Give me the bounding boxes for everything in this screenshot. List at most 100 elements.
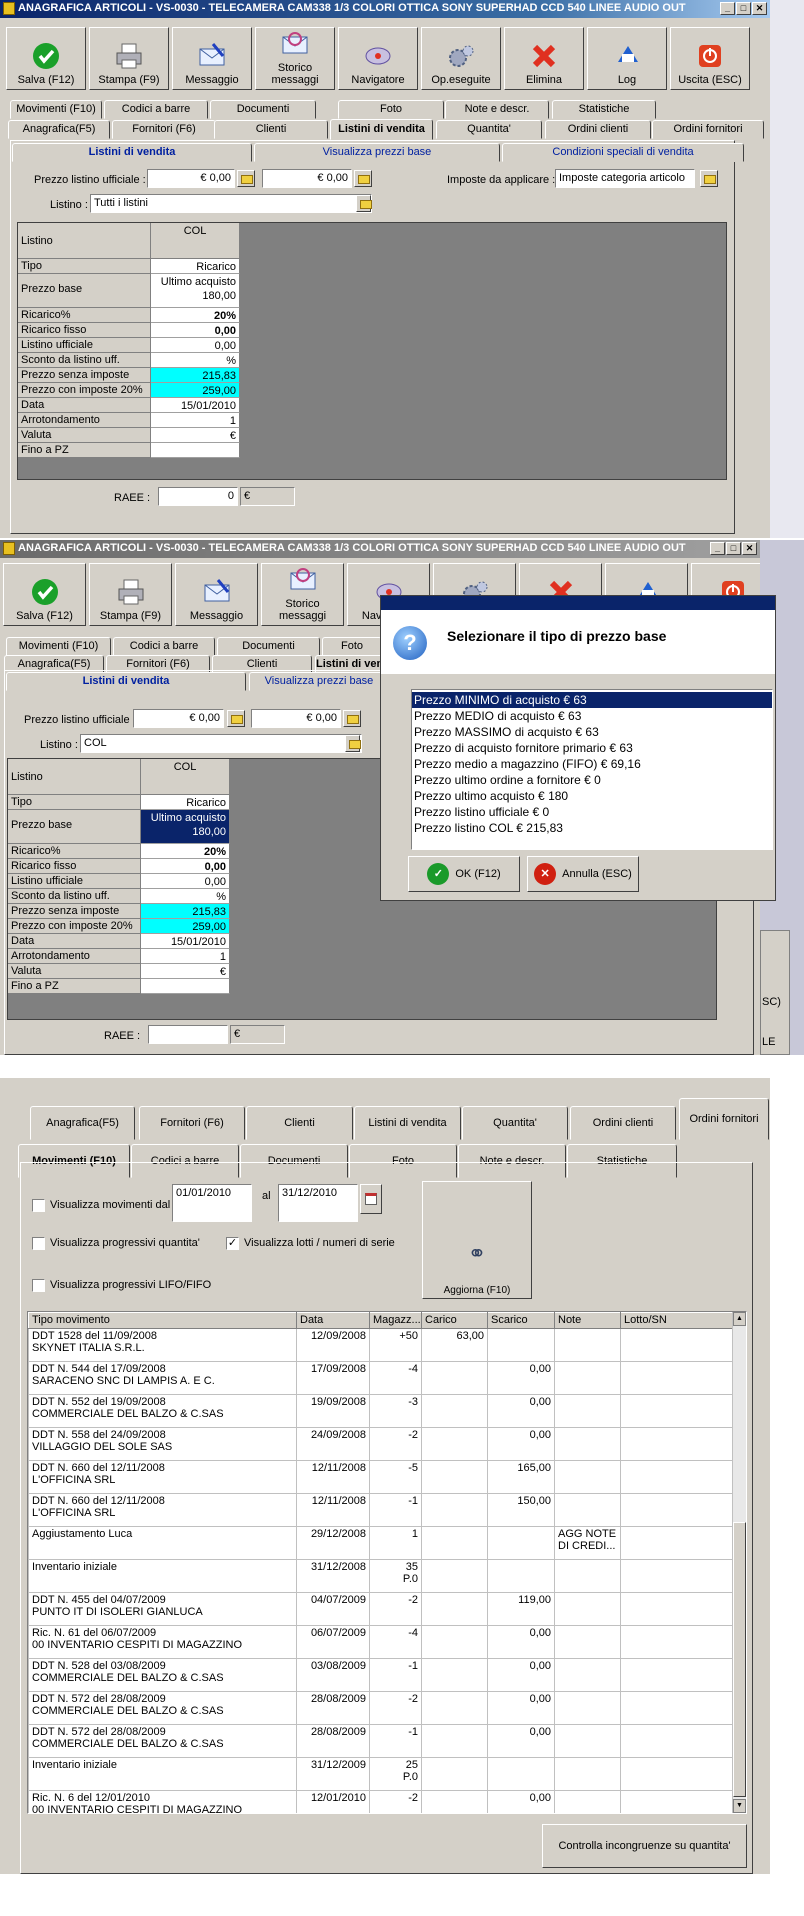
chevron-down-icon[interactable]: ▼: [345, 735, 361, 752]
prezzo-listino-field-2[interactable]: € 0,00: [251, 709, 341, 728]
stampa-f9-button[interactable]: Stampa (F9): [89, 563, 172, 626]
controlla-button[interactable]: Controlla incongruenze su quantita': [542, 1824, 747, 1868]
tab-anagrafica-f5[interactable]: Anagrafica(F5): [30, 1106, 135, 1140]
calendar-button[interactable]: [360, 1184, 382, 1214]
column-header[interactable]: Scarico: [487, 1312, 555, 1329]
grid-row-value[interactable]: Ricarico: [141, 795, 230, 810]
imposte-field[interactable]: Imposte categoria articolo: [555, 169, 695, 188]
table-row[interactable]: DDT N. 572 del 28/08/2009 COMMERCIALE DE…: [28, 1724, 737, 1758]
prezzo-listino-field-2[interactable]: € 0,00: [262, 169, 352, 188]
tab-visualizza-prezzi-base[interactable]: Visualizza prezzi base: [249, 672, 389, 691]
grid-row-value[interactable]: %: [151, 353, 240, 368]
prezzo-base-option[interactable]: Prezzo listino ufficiale € 0: [412, 804, 772, 820]
prezzo-base-option[interactable]: Prezzo MINIMO di acquisto € 63: [412, 692, 772, 708]
tab-note-e-descr[interactable]: Note e descr.: [445, 100, 549, 119]
grid-row-value[interactable]: 215,83: [151, 368, 240, 383]
grid-row-value[interactable]: Ricarico: [151, 259, 240, 274]
scroll-down-icon[interactable]: ▼: [733, 1799, 746, 1813]
tab-clienti[interactable]: Clienti: [246, 1106, 353, 1140]
folder-icon[interactable]: [227, 710, 245, 727]
grid-row-value[interactable]: €: [141, 964, 230, 979]
table-row[interactable]: Ric. N. 61 del 06/07/2009 00 INVENTARIO …: [28, 1625, 737, 1659]
prezzo-base-option[interactable]: Prezzo di acquisto fornitore primario € …: [412, 740, 772, 756]
raee-field[interactable]: 0: [158, 487, 238, 506]
date-from-field[interactable]: 01/01/2010: [172, 1184, 252, 1222]
grid-row-value[interactable]: 20%: [141, 844, 230, 859]
close-button[interactable]: ✕: [752, 2, 767, 15]
prezzo-listino-field-1[interactable]: € 0,00: [133, 709, 224, 728]
op-eseguite-button[interactable]: Op.eseguite: [421, 27, 501, 90]
table-row[interactable]: DDT N. 544 del 17/09/2008 SARACENO SNC D…: [28, 1361, 737, 1395]
date-to-field[interactable]: 31/12/2010: [278, 1184, 358, 1222]
tab-listini-di-vendita[interactable]: Listini di vendita: [354, 1106, 461, 1140]
tab-fornitori-f6[interactable]: Fornitori (F6): [112, 120, 216, 139]
messaggio-button[interactable]: Messaggio: [175, 563, 258, 626]
grid-row-value[interactable]: 1: [151, 413, 240, 428]
navigatore-button[interactable]: Navigatore: [338, 27, 418, 90]
grid-row-value[interactable]: 15/01/2010: [141, 934, 230, 949]
elimina-button[interactable]: Elimina: [504, 27, 584, 90]
maximize-button[interactable]: □: [736, 2, 751, 15]
prezzo-base-list[interactable]: Prezzo MINIMO di acquisto € 63 Prezzo MED…: [411, 689, 773, 850]
progressivi-checkbox[interactable]: [32, 1237, 45, 1250]
table-row[interactable]: DDT N. 455 del 04/07/2009 PUNTO IT DI IS…: [28, 1592, 737, 1626]
storico-messaggi-button[interactable]: Storico messaggi: [261, 563, 344, 626]
uscita-esc-button[interactable]: Uscita (ESC): [670, 27, 750, 90]
lotti-checkbox[interactable]: ✓: [226, 1237, 239, 1250]
column-header[interactable]: Magazz...: [369, 1312, 422, 1329]
table-row[interactable]: Aggiustamento Luca 29/12/2008 1 AGG NOTE DI…: [28, 1526, 737, 1560]
maximize-button[interactable]: □: [726, 542, 741, 555]
tab-ordini-fornitori[interactable]: Ordini fornitori: [652, 120, 764, 139]
grid-row-value[interactable]: 259,00: [151, 383, 240, 398]
tab-documenti[interactable]: Documenti: [217, 637, 320, 656]
tab-anagrafica-f5[interactable]: Anagrafica(F5): [8, 120, 110, 139]
grid-row-value[interactable]: €: [151, 428, 240, 443]
tab-ordini-fornitori[interactable]: Ordini fornitori: [679, 1098, 769, 1140]
tab-listini-di-vendita[interactable]: Listini di vendita: [6, 672, 246, 691]
grid-row-value[interactable]: [141, 979, 230, 994]
annulla-button[interactable]: ✕ Annulla (ESC): [527, 856, 639, 892]
table-row[interactable]: DDT 1528 del 11/09/2008 SKYNET ITALIA S.…: [28, 1328, 737, 1362]
grid-row-value[interactable]: 0,00: [151, 323, 240, 338]
tab-documenti[interactable]: Documenti: [210, 100, 316, 119]
movimenti-checkbox[interactable]: [32, 1199, 45, 1212]
minimize-button[interactable]: _: [710, 542, 725, 555]
tab-ordini-clienti[interactable]: Ordini clienti: [545, 120, 651, 139]
chevron-down-icon[interactable]: ▼: [356, 195, 372, 212]
tab-statistiche[interactable]: Statistiche: [552, 100, 656, 119]
grid-row-value[interactable]: 20%: [151, 308, 240, 323]
prezzo-listino-field-1[interactable]: € 0,00: [147, 169, 235, 188]
ok-button[interactable]: ✓ OK (F12): [408, 856, 520, 892]
aggiorna-button[interactable]: ⚭ Aggiorna (F10): [422, 1181, 532, 1299]
salva-f12-button[interactable]: Salva (F12): [6, 27, 86, 90]
tab-movimenti-f10[interactable]: Movimenti (F10): [6, 637, 111, 656]
grid-row-value[interactable]: 15/01/2010: [151, 398, 240, 413]
column-header[interactable]: Tipo movimento: [28, 1312, 297, 1329]
column-header[interactable]: Note: [554, 1312, 621, 1329]
folder-icon[interactable]: [237, 170, 255, 187]
prezzo-base-option[interactable]: Prezzo medio a magazzino (FIFO) € 69,16: [412, 756, 772, 772]
column-header[interactable]: Data: [296, 1312, 370, 1329]
grid-row-value[interactable]: %: [141, 889, 230, 904]
column-header[interactable]: Lotto/SN: [620, 1312, 737, 1329]
table-row[interactable]: DDT N. 552 del 19/09/2008 COMMERCIALE DE…: [28, 1394, 737, 1428]
table-row[interactable]: Inventario iniziale 31/12/2008 35 P.0: [28, 1559, 737, 1593]
grid-row-value[interactable]: [151, 443, 240, 458]
listino-select[interactable]: COL: [80, 734, 362, 753]
tab-ordini-clienti[interactable]: Ordini clienti: [570, 1106, 676, 1140]
tab-condizioni-speciali-di-vendita[interactable]: Condizioni speciali di vendita: [502, 143, 744, 162]
tab-quantita[interactable]: Quantita': [462, 1106, 568, 1140]
scroll-thumb[interactable]: [733, 1522, 746, 1797]
table-row[interactable]: Inventario iniziale 31/12/2009 25 P.0: [28, 1757, 737, 1791]
scroll-up-icon[interactable]: ▲: [733, 1312, 746, 1326]
tab-listini-di-vendita[interactable]: Listini di vendita: [330, 119, 433, 140]
prezzo-base-option[interactable]: Prezzo ultimo ordine a fornitore € 0: [412, 772, 772, 788]
column-header[interactable]: Carico: [421, 1312, 488, 1329]
close-button[interactable]: ✕: [742, 542, 757, 555]
tab-movimenti-f10[interactable]: Movimenti (F10): [10, 100, 102, 119]
prezzo-base-option[interactable]: Prezzo ultimo acquisto € 180: [412, 788, 772, 804]
table-row[interactable]: DDT N. 558 del 24/09/2008 VILLAGGIO DEL …: [28, 1427, 737, 1461]
tab-foto[interactable]: Foto: [322, 637, 382, 656]
tab-listini-di-vendita[interactable]: Listini di vendita: [12, 143, 252, 162]
tab-visualizza-prezzi-base[interactable]: Visualizza prezzi base: [254, 143, 500, 162]
